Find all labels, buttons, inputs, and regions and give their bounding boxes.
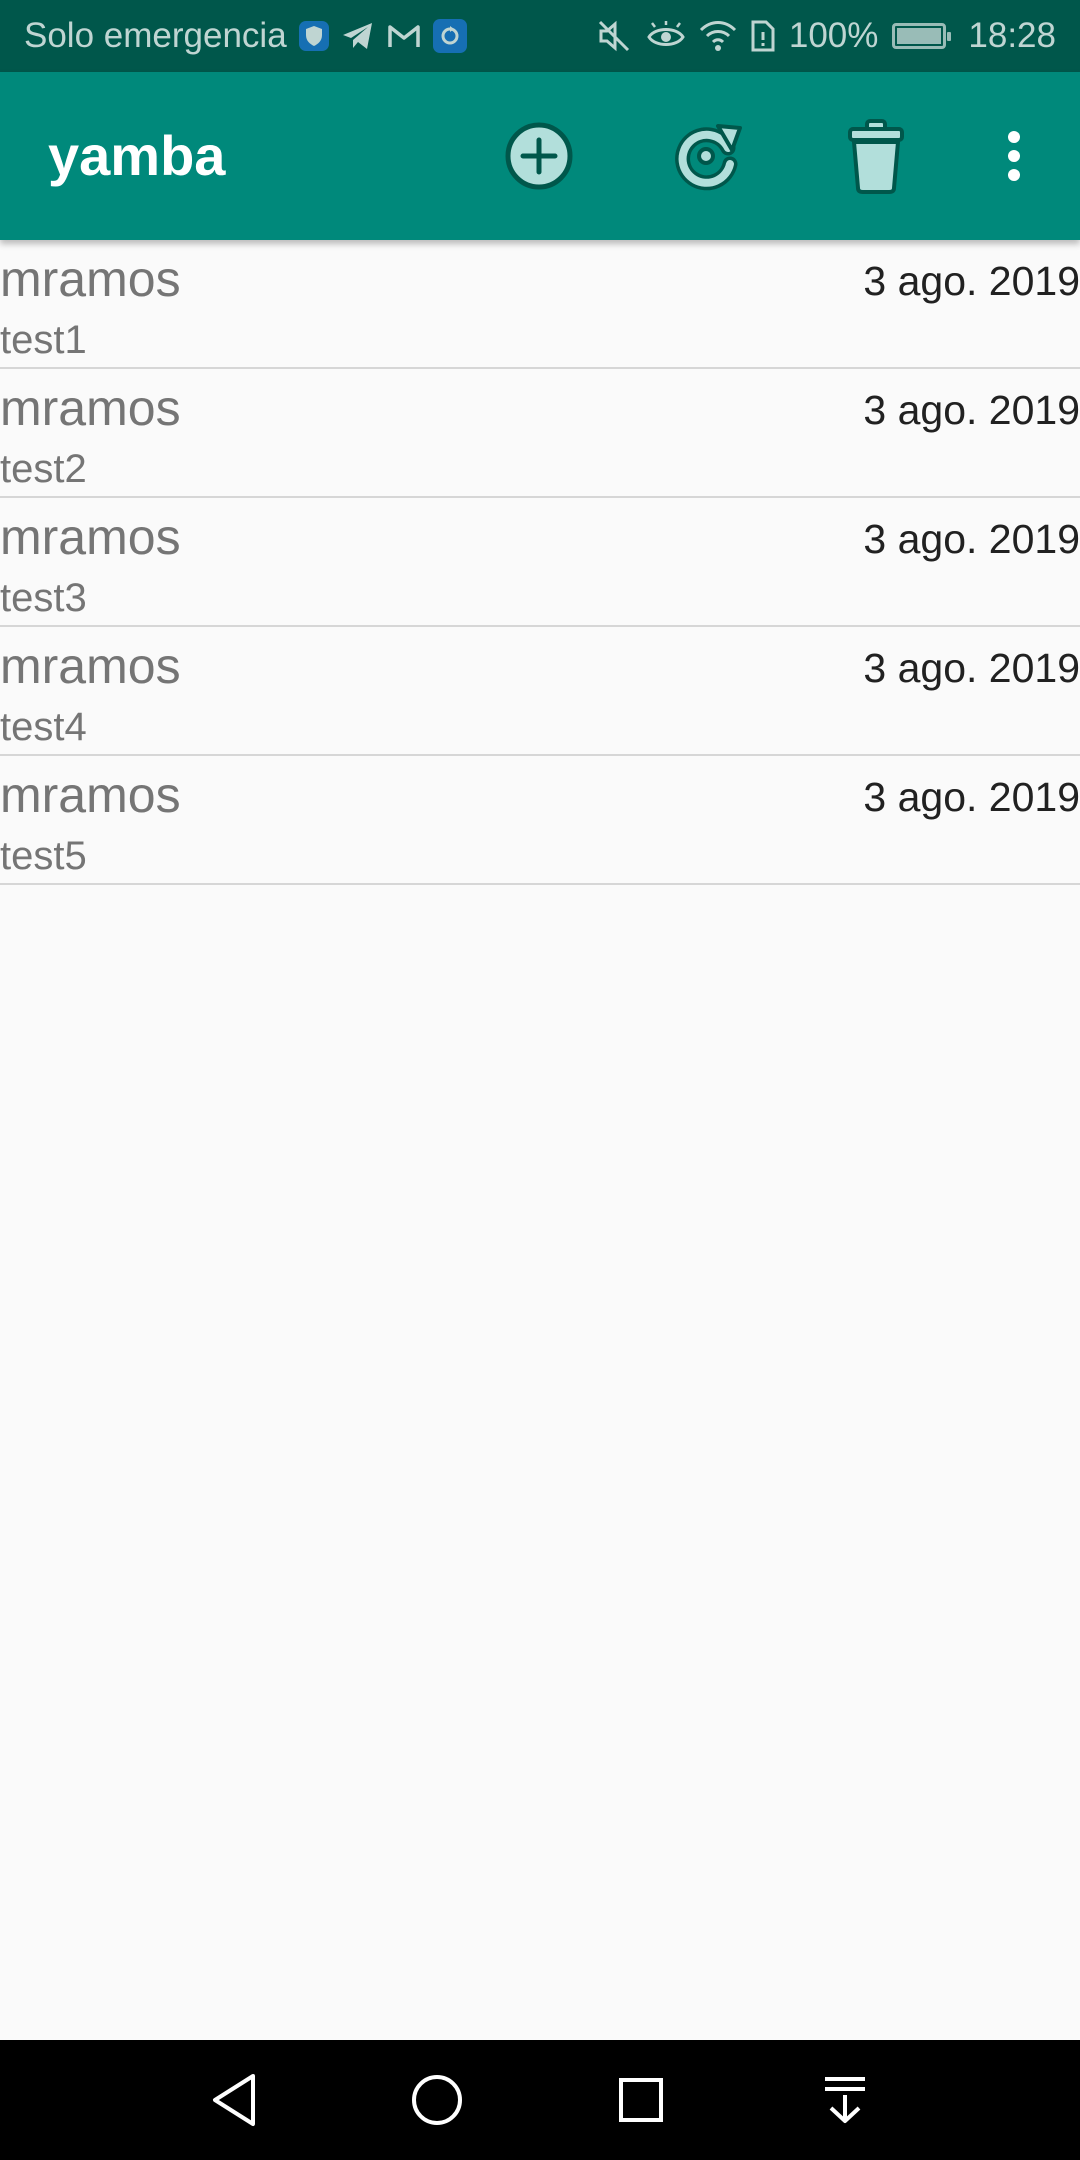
list-item[interactable]: mramos 3 ago. 2019 test3 bbox=[0, 498, 1080, 627]
list-item[interactable]: mramos 3 ago. 2019 test4 bbox=[0, 627, 1080, 756]
item-date: 3 ago. 2019 bbox=[863, 387, 1080, 433]
refresh-button[interactable] bbox=[658, 106, 758, 206]
add-icon bbox=[503, 120, 575, 192]
delete-button[interactable] bbox=[826, 106, 926, 206]
home-icon bbox=[410, 2073, 464, 2127]
list-item[interactable]: mramos 3 ago. 2019 test2 bbox=[0, 369, 1080, 498]
status-left: Solo emergencia bbox=[24, 16, 467, 56]
item-message: test4 bbox=[0, 705, 87, 749]
add-button[interactable] bbox=[489, 106, 589, 206]
item-user: mramos bbox=[0, 251, 181, 307]
back-button[interactable] bbox=[194, 2060, 274, 2140]
carrier-label: Solo emergencia bbox=[24, 16, 287, 55]
list-item[interactable]: mramos 3 ago. 2019 test5 bbox=[0, 756, 1080, 885]
clock: 18:28 bbox=[968, 16, 1056, 55]
delete-icon bbox=[846, 118, 906, 194]
status-bar: Solo emergencia 100% 18:28 bbox=[0, 0, 1080, 72]
item-date: 3 ago. 2019 bbox=[863, 645, 1080, 691]
item-message: test3 bbox=[0, 576, 87, 620]
timeline-list: mramos 3 ago. 2019 test1 mramos 3 ago. 2… bbox=[0, 240, 1080, 885]
item-user: mramos bbox=[0, 638, 181, 694]
overflow-menu-icon bbox=[1006, 130, 1022, 182]
app-bar: yamba bbox=[0, 72, 1080, 240]
sync-app-icon bbox=[432, 19, 467, 53]
telegram-icon bbox=[341, 21, 375, 51]
recents-icon bbox=[617, 2076, 665, 2124]
overflow-menu-button[interactable] bbox=[964, 106, 1064, 206]
back-icon bbox=[209, 2072, 259, 2128]
item-message: test1 bbox=[0, 318, 87, 362]
item-date: 3 ago. 2019 bbox=[863, 258, 1080, 304]
wifi-icon bbox=[699, 20, 737, 52]
item-user: mramos bbox=[0, 767, 181, 823]
mute-icon bbox=[597, 19, 633, 53]
recents-button[interactable] bbox=[601, 2060, 681, 2140]
shield-app-icon bbox=[298, 21, 329, 51]
status-right: 100% 18:28 bbox=[597, 16, 1056, 56]
list-item[interactable]: mramos 3 ago. 2019 test1 bbox=[0, 240, 1080, 369]
battery-icon bbox=[892, 23, 952, 49]
item-date: 3 ago. 2019 bbox=[863, 774, 1080, 820]
notification-pull-button[interactable] bbox=[805, 2060, 885, 2140]
sim-icon bbox=[751, 20, 775, 52]
item-message: test5 bbox=[0, 834, 87, 878]
item-date: 3 ago. 2019 bbox=[863, 516, 1080, 562]
item-user: mramos bbox=[0, 380, 181, 436]
item-user: mramos bbox=[0, 509, 181, 565]
refresh-icon bbox=[670, 118, 746, 194]
navigation-bar bbox=[0, 2040, 1080, 2160]
eye-comfort-icon bbox=[647, 21, 685, 51]
battery-percent: 100% bbox=[788, 16, 879, 55]
notification-pull-icon bbox=[821, 2075, 869, 2125]
gmail-icon bbox=[387, 23, 421, 49]
home-button[interactable] bbox=[397, 2060, 477, 2140]
app-title: yamba bbox=[48, 124, 226, 187]
item-message: test2 bbox=[0, 447, 87, 491]
